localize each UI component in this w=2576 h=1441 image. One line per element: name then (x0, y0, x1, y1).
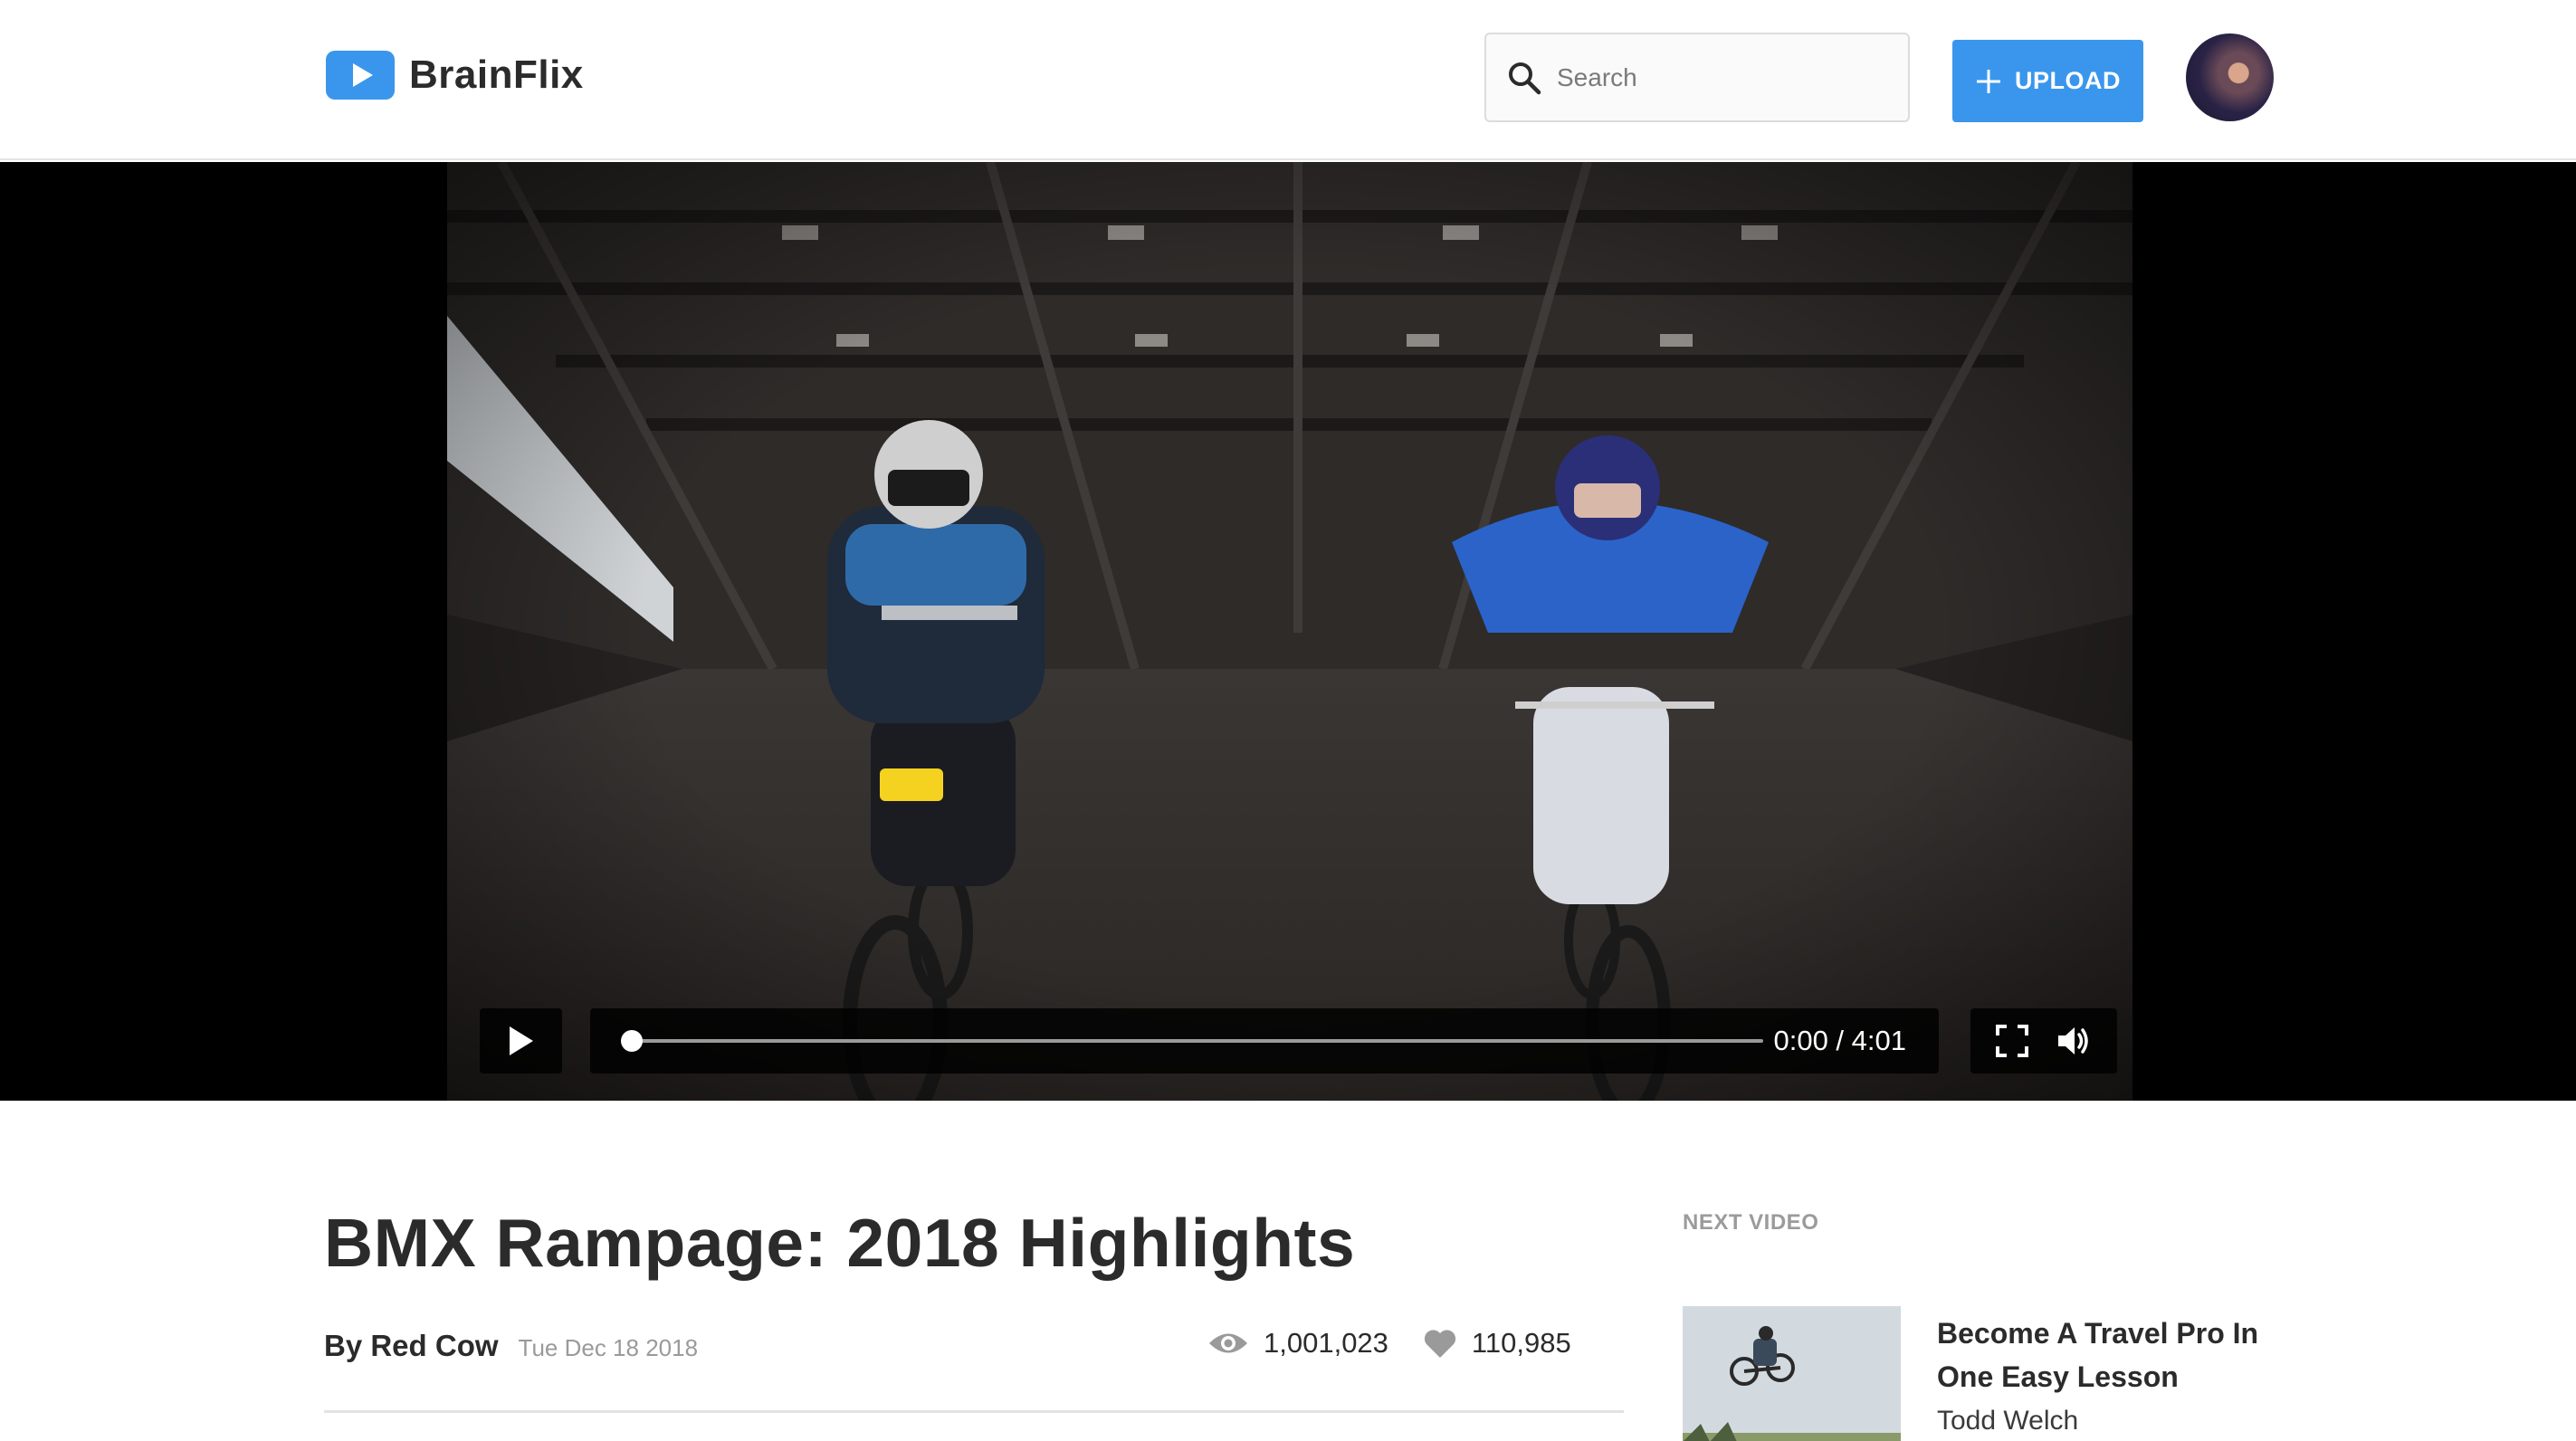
views-count: 1,001,023 (1264, 1327, 1388, 1359)
video-date: Tue Dec 18 2018 (518, 1334, 699, 1361)
next-video-card[interactable]: Become A Travel Pro In One Easy Lesson T… (1683, 1306, 2316, 1441)
upload-button[interactable]: UPLOAD (1952, 40, 2143, 122)
search-box[interactable] (1484, 33, 1910, 122)
byline: By Red Cow Tue Dec 18 2018 (324, 1329, 698, 1363)
play-button[interactable] (480, 1008, 562, 1074)
volume-icon[interactable] (2056, 1023, 2092, 1059)
progress-scrubber[interactable] (621, 1030, 643, 1052)
video-author[interactable]: By Red Cow (324, 1329, 499, 1363)
divider (324, 1410, 1624, 1413)
video-title: BMX Rampage: 2018 Highlights (324, 1205, 1356, 1281)
video-frame (447, 162, 2132, 1101)
header: BrainFlix UPLOAD (0, 0, 2576, 160)
plus-icon (1977, 69, 2000, 93)
play-icon (509, 1026, 533, 1055)
eye-icon (1209, 1333, 1247, 1353)
logo-play-icon (326, 51, 395, 100)
brand-name: BrainFlix (409, 52, 584, 97)
heart-icon (1424, 1330, 1456, 1358)
video-stage: 0:00 / 4:01 (0, 162, 2576, 1101)
control-actions (1970, 1008, 2117, 1074)
page: BrainFlix UPLOAD (0, 0, 2576, 1441)
thumbnail-image (1683, 1306, 1901, 1441)
logo[interactable]: BrainFlix (326, 51, 584, 100)
avatar[interactable] (2186, 33, 2274, 121)
time-display: 0:00 / 4:01 (1773, 1025, 1906, 1056)
next-video-author: Todd Welch (1937, 1406, 2079, 1436)
next-video-title[interactable]: Become A Travel Pro In One Easy Lesson (1937, 1312, 2317, 1398)
views-stat: 1,001,023 (1207, 1327, 1388, 1360)
search-icon (1509, 62, 1541, 94)
next-video-thumbnail[interactable] (1683, 1306, 1901, 1441)
upload-button-label: UPLOAD (2015, 67, 2121, 94)
video-stats: 1,001,023 110,985 (1207, 1327, 1571, 1360)
progress-track[interactable] (621, 1030, 1763, 1052)
search-input[interactable] (1557, 62, 1883, 92)
likes-stat[interactable]: 110,985 (1423, 1327, 1571, 1360)
video-player[interactable]: 0:00 / 4:01 (447, 162, 2132, 1101)
next-video-heading: NEXT VIDEO (1683, 1210, 1819, 1235)
likes-count: 110,985 (1471, 1327, 1571, 1359)
control-bar: 0:00 / 4:01 (590, 1008, 1939, 1074)
fullscreen-icon[interactable] (1996, 1025, 2028, 1057)
